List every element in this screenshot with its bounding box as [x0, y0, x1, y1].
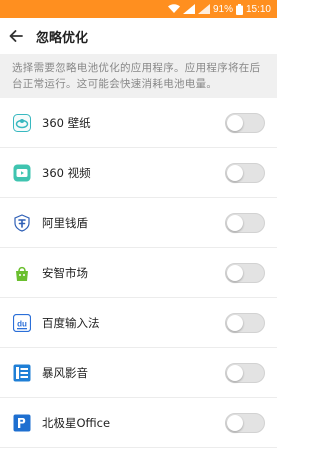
header: 忽略优化: [0, 18, 277, 54]
battery-percent: 91%: [212, 3, 233, 15]
ignore-optimization-toggle[interactable]: [225, 313, 265, 333]
list-item[interactable]: du 百度输入法: [0, 298, 277, 348]
back-button[interactable]: [0, 18, 32, 54]
baidu-input-icon: du: [12, 313, 32, 333]
list-item[interactable]: 暴风影音: [0, 348, 277, 398]
360-video-icon: [12, 163, 32, 183]
ignore-optimization-toggle[interactable]: [225, 413, 265, 433]
list-item[interactable]: 360 视频: [0, 148, 277, 198]
svg-text:du: du: [17, 319, 27, 328]
battery-icon: [235, 3, 243, 15]
page-title: 忽略优化: [36, 30, 89, 46]
signal-secondary-icon: [197, 4, 210, 14]
app-name: 360 壁纸: [42, 115, 91, 130]
list-item[interactable]: 360 壁纸: [0, 98, 277, 148]
clock: 15:10: [245, 3, 271, 15]
app-list: 360 壁纸 360 视频 阿里钱盾 安智市场 du 百度输入法 暴风影音 北极…: [0, 98, 277, 448]
ignore-optimization-toggle[interactable]: [225, 163, 265, 183]
ignore-optimization-toggle[interactable]: [225, 113, 265, 133]
ignore-optimization-toggle[interactable]: [225, 263, 265, 283]
list-item[interactable]: 安智市场: [0, 248, 277, 298]
wifi-icon: [167, 4, 180, 14]
anzhi-market-icon: [12, 263, 32, 283]
signal-icon: [182, 4, 195, 14]
list-item[interactable]: 阿里钱盾: [0, 198, 277, 248]
arrow-left-icon: [9, 30, 23, 42]
360-wallpaper-icon: [12, 113, 32, 133]
polaris-office-icon: [12, 413, 32, 433]
app-name: 百度输入法: [42, 315, 100, 330]
description-text: 选择需要忽略电池优化的应用程序。应用程序将在后台正常运行。这可能会快速消耗电池电…: [0, 54, 277, 98]
ali-qiandun-icon: [12, 213, 32, 233]
status-bar: 91% 15:10: [0, 0, 277, 18]
list-item[interactable]: 北极星Office: [0, 398, 277, 448]
baofeng-player-icon: [12, 363, 32, 383]
app-name: 360 视频: [42, 165, 91, 180]
app-name: 北极星Office: [42, 415, 111, 430]
ignore-optimization-toggle[interactable]: [225, 213, 265, 233]
ignore-optimization-toggle[interactable]: [225, 363, 265, 383]
app-name: 安智市场: [42, 265, 88, 280]
app-name: 阿里钱盾: [42, 215, 88, 230]
app-name: 暴风影音: [42, 365, 88, 380]
